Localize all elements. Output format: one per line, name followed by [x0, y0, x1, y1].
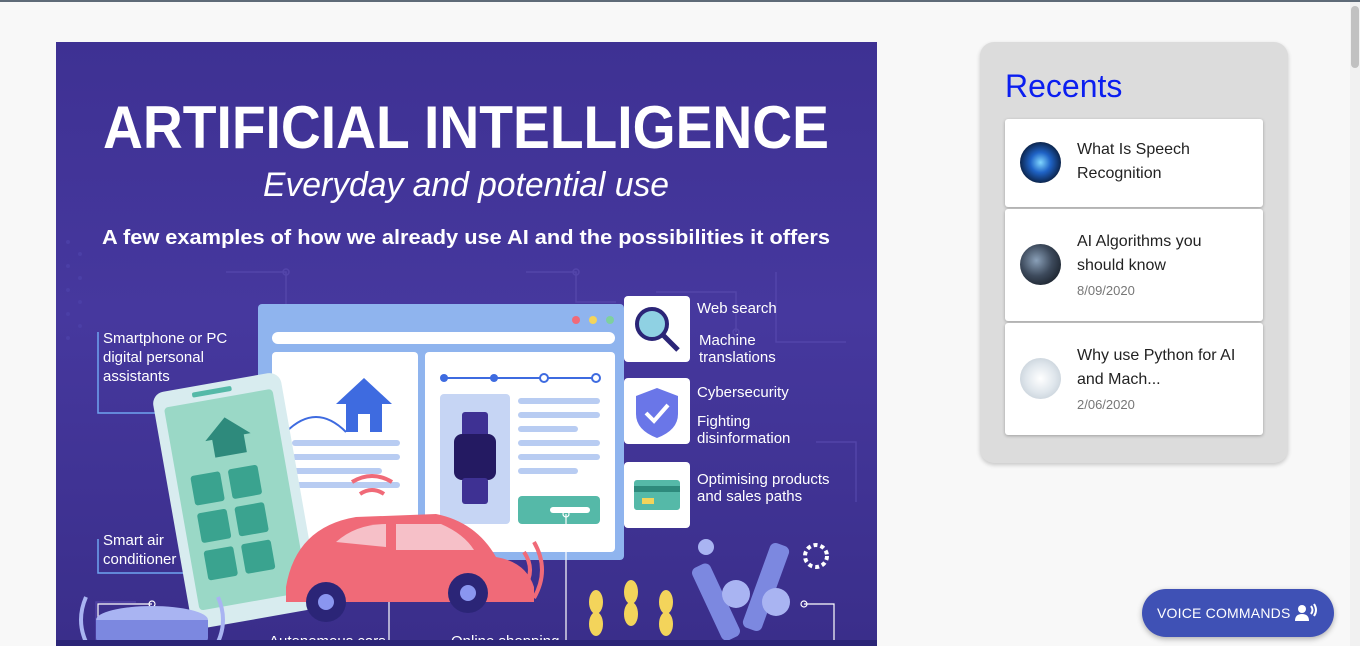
- recents-heading: Recents: [1005, 68, 1123, 104]
- label-sales-paths: and sales paths: [697, 488, 802, 505]
- label-web-search: Web search: [697, 300, 777, 317]
- label-conditioner: conditioner: [103, 551, 176, 568]
- post-title[interactable]: AI Algorithms you should know: [1077, 230, 1253, 278]
- post-thumbnail: [1020, 244, 1061, 285]
- label-assistants-2: digital personal: [103, 349, 204, 366]
- post-title[interactable]: What Is Speech Recognition: [1077, 138, 1253, 186]
- label-assistants-3: assistants: [103, 368, 170, 385]
- infographic-tagline: A few examples of how we already use AI …: [102, 227, 830, 249]
- label-fighting: Fighting: [697, 413, 750, 430]
- label-translations: translations: [699, 349, 776, 366]
- post-date: 2/06/2020: [1077, 397, 1135, 412]
- voice-commands-button[interactable]: VOICE COMMANDS: [1142, 589, 1334, 637]
- infographic-art: ARTIFICIAL INTELLIGENCE Everyday and pot…: [56, 94, 877, 646]
- post-title[interactable]: Why use Python for AI and Mach...: [1077, 344, 1253, 392]
- page-scrollbar[interactable]: [1350, 2, 1360, 646]
- recent-post-card[interactable]: What Is Speech Recognition: [1005, 119, 1263, 207]
- recents-panel: Recents What Is Speech Recognition AI Al…: [980, 42, 1288, 463]
- label-machine: Machine: [699, 332, 756, 349]
- label-smart-air: Smart air: [103, 532, 164, 549]
- post-date: 8/09/2020: [1077, 283, 1135, 298]
- post-thumbnail: [1020, 358, 1061, 399]
- infographic-title: ARTIFICIAL INTELLIGENCE: [103, 94, 829, 161]
- top-border: [0, 0, 1360, 2]
- recent-post-card[interactable]: Why use Python for AI and Mach... 2/06/2…: [1005, 323, 1263, 435]
- scrollbar-thumb[interactable]: [1351, 6, 1359, 68]
- voice-commands-label: VOICE COMMANDS: [1157, 605, 1291, 621]
- label-optimising: Optimising products: [697, 471, 830, 488]
- label-assistants-1: Smartphone or PC: [103, 330, 227, 347]
- recent-post-card[interactable]: AI Algorithms you should know 8/09/2020: [1005, 209, 1263, 321]
- voice-speaker-icon: [1295, 603, 1318, 621]
- label-disinformation: disinformation: [697, 430, 790, 447]
- label-cybersecurity: Cybersecurity: [697, 384, 789, 401]
- infographic-subtitle: Everyday and potential use: [263, 166, 669, 204]
- post-thumbnail: [1020, 142, 1061, 183]
- ai-infographic: ARTIFICIAL INTELLIGENCE Everyday and pot…: [56, 42, 877, 646]
